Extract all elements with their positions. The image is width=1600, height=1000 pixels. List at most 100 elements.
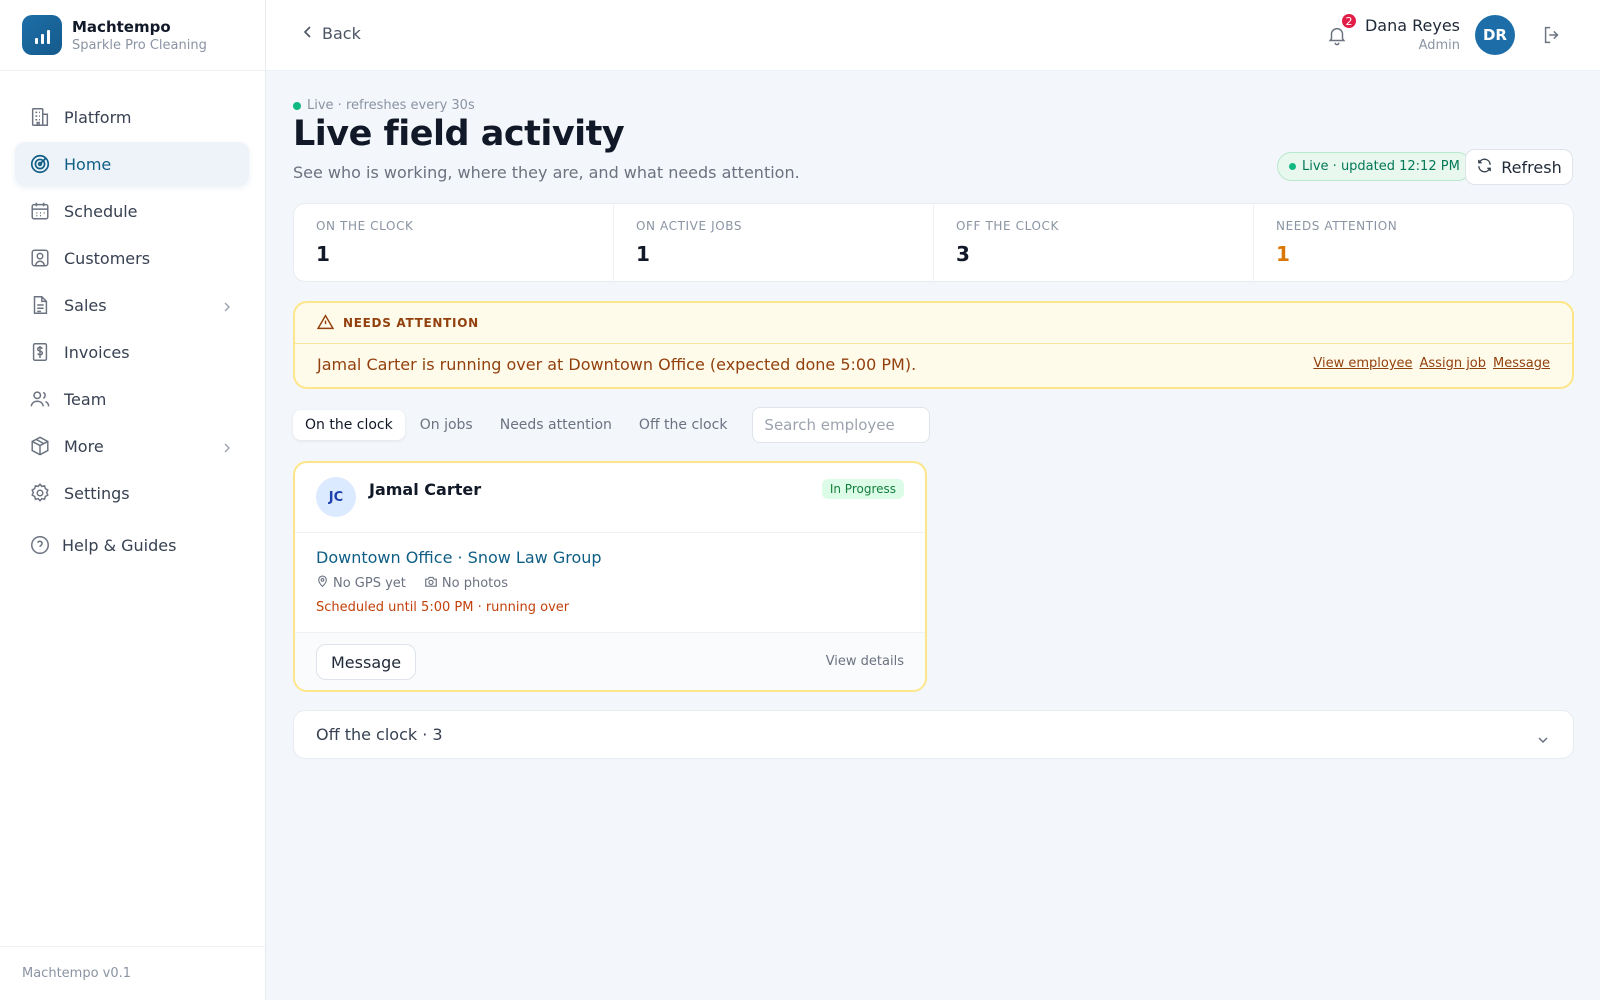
package-icon	[28, 434, 52, 458]
stat-label: ON THE CLOCK	[316, 219, 414, 233]
needs-attention-alert: NEEDS ATTENTION Jamal Carter is running …	[293, 301, 1574, 389]
view-employee-link[interactable]: View employee	[1313, 356, 1412, 371]
off-the-clock-section[interactable]: Off the clock · 3	[293, 710, 1574, 759]
sidebar-item-label: Help & Guides	[62, 535, 177, 555]
sidebar-item-label: Schedule	[64, 201, 138, 221]
dollar-receipt-icon	[28, 340, 52, 364]
refresh-label: Refresh	[1501, 157, 1562, 177]
brand-subtitle: Sparkle Pro Cleaning	[72, 37, 207, 53]
status-badge: In Progress	[821, 479, 904, 499]
sidebar-nav: Platform Home Schedule Customers Sales I…	[0, 71, 265, 567]
search-input[interactable]	[752, 407, 931, 443]
document-icon	[28, 293, 52, 317]
sidebar-item-more[interactable]: More	[15, 424, 249, 468]
live-status-text: Live · refreshes every 30s	[307, 98, 475, 113]
camera-icon	[424, 575, 438, 592]
sidebar-item-label: Invoices	[64, 342, 130, 362]
stat-label: NEEDS ATTENTION	[1276, 219, 1398, 233]
live-dot-icon	[293, 101, 301, 110]
users-icon	[28, 387, 52, 411]
live-dot-icon	[1289, 163, 1296, 170]
page-subtitle: See who is working, where they are, and …	[293, 163, 800, 182]
photos-status: No photos	[441, 576, 508, 591]
brand-logo-icon	[22, 15, 62, 55]
avatar[interactable]: DR	[1475, 15, 1515, 55]
sidebar-item-sales[interactable]: Sales	[15, 283, 249, 327]
job-link[interactable]: Downtown Office · Snow Law Group	[316, 548, 904, 567]
sidebar-item-label: Customers	[64, 248, 151, 268]
user-square-icon	[28, 246, 52, 270]
alert-actions: View employee Assign job Message	[1313, 356, 1550, 371]
message-button[interactable]: Message	[316, 644, 417, 680]
alert-heading: NEEDS ATTENTION	[343, 316, 479, 330]
sidebar-item-team[interactable]: Team	[15, 377, 249, 421]
alert-header: NEEDS ATTENTION	[295, 303, 1572, 344]
alert-body: Jamal Carter is running over at Downtown…	[295, 344, 1572, 387]
stat-value: 3	[956, 242, 970, 266]
gear-icon	[28, 481, 52, 505]
sidebar-item-settings[interactable]: Settings	[15, 471, 249, 515]
stat-value: 1	[636, 242, 650, 266]
stat-off-the-clock[interactable]: OFF THE CLOCK 3	[934, 204, 1254, 281]
message-link[interactable]: Message	[1493, 356, 1550, 371]
chevron-right-icon	[221, 298, 233, 317]
assign-job-link[interactable]: Assign job	[1420, 356, 1487, 371]
schedule-overrun-note: Scheduled until 5:00 PM · running over	[316, 600, 570, 615]
job-meta: No GPS yet No photos	[316, 575, 904, 592]
logout-icon	[1541, 26, 1563, 50]
sidebar-item-platform[interactable]: Platform	[15, 95, 249, 139]
section-label: Off the clock · 3	[316, 725, 443, 744]
employee-name[interactable]: Jamal Carter	[369, 480, 481, 499]
chevron-right-icon	[221, 439, 233, 458]
brand-name: Machtempo	[72, 17, 171, 36]
alert-message: Jamal Carter is running over at Downtown…	[317, 355, 917, 374]
user-name: Dana Reyes	[1364, 16, 1460, 35]
calendar-icon	[28, 199, 52, 223]
top-bar: Back 2 Dana Reyes Admin DR	[266, 0, 1600, 71]
tab-on-the-clock[interactable]: On the clock	[293, 410, 405, 440]
employee-card-header: JC Jamal Carter In Progress	[295, 463, 925, 533]
view-details-link[interactable]: View details	[826, 654, 904, 669]
employee-card: JC Jamal Carter In Progress Downtown Off…	[293, 461, 927, 692]
chevron-down-icon	[1537, 730, 1549, 749]
stat-value: 1	[316, 242, 330, 266]
live-updated-text: Live · updated 12:12 PM	[1302, 159, 1460, 174]
tab-needs-attention[interactable]: Needs attention	[488, 410, 624, 440]
sidebar-item-label: Platform	[64, 107, 132, 127]
sidebar-item-invoices[interactable]: Invoices	[15, 330, 249, 374]
sidebar-item-label: Sales	[64, 295, 107, 315]
chevron-left-icon	[302, 24, 314, 43]
back-button[interactable]: Back	[302, 24, 361, 43]
notifications-button[interactable]: 2	[1326, 12, 1358, 50]
map-pin-icon	[316, 575, 329, 592]
help-circle-icon	[28, 533, 52, 557]
employee-card-body: Downtown Office · Snow Law Group No GPS …	[295, 533, 925, 632]
sidebar: Machtempo Sparkle Pro Cleaning Platform …	[0, 0, 266, 1000]
sidebar-item-customers[interactable]: Customers	[15, 236, 249, 280]
filter-bar: On the clock On jobs Needs attention Off…	[293, 407, 931, 443]
sidebar-item-label: More	[64, 436, 104, 456]
tab-off-the-clock[interactable]: Off the clock	[627, 410, 740, 440]
stat-on-active-jobs[interactable]: ON ACTIVE JOBS 1	[614, 204, 934, 281]
avatar: JC	[316, 477, 356, 517]
stat-needs-attention[interactable]: NEEDS ATTENTION 1	[1254, 204, 1573, 281]
gps-status: No GPS yet	[333, 576, 406, 591]
stat-label: OFF THE CLOCK	[956, 219, 1059, 233]
refresh-icon	[1476, 157, 1493, 178]
sidebar-item-label: Home	[64, 154, 112, 174]
sidebar-item-label: Settings	[64, 483, 130, 503]
bell-icon	[1326, 27, 1348, 50]
tab-on-jobs[interactable]: On jobs	[408, 410, 485, 440]
warning-icon	[316, 313, 335, 333]
logout-button[interactable]	[1541, 24, 1563, 50]
user-info[interactable]: Dana Reyes Admin	[1365, 16, 1460, 53]
sidebar-item-schedule[interactable]: Schedule	[15, 189, 249, 233]
sidebar-item-home[interactable]: Home	[15, 142, 249, 186]
brand-header[interactable]: Machtempo Sparkle Pro Cleaning	[0, 0, 265, 71]
stats-panel: ON THE CLOCK 1 ON ACTIVE JOBS 1 OFF THE …	[293, 203, 1574, 282]
stat-on-the-clock[interactable]: ON THE CLOCK 1	[294, 204, 614, 281]
stat-label: ON ACTIVE JOBS	[636, 219, 743, 233]
refresh-button[interactable]: Refresh	[1465, 149, 1573, 185]
employee-card-footer: Message View details	[295, 632, 925, 690]
sidebar-item-help[interactable]: Help & Guides	[15, 523, 249, 567]
